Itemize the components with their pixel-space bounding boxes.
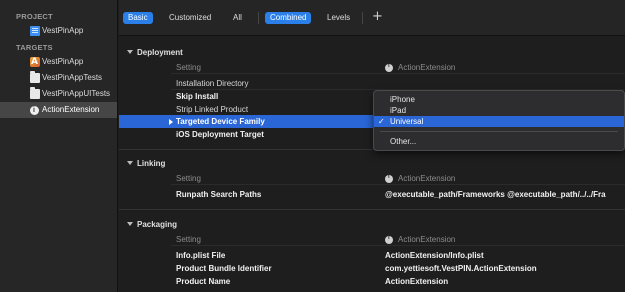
navigator-sidebar: PROJECT VestPinApp TARGETS VestPinApp Ve… <box>0 0 118 292</box>
extension-icon <box>385 232 393 245</box>
sidebar-item-label: VestPinAppUITests <box>42 89 111 98</box>
setting-name: Product Bundle Identifier <box>176 264 272 273</box>
project-header: PROJECT <box>16 12 53 21</box>
sidebar-item-project[interactable]: VestPinApp <box>0 23 117 39</box>
menu-separator <box>380 131 618 132</box>
section-divider <box>119 209 625 210</box>
section-title: Deployment <box>137 48 183 57</box>
sidebar-item-target-uitests[interactable]: VestPinAppUITests <box>0 86 117 102</box>
disclosure-triangle-icon[interactable] <box>127 161 133 165</box>
setting-value[interactable]: ActionExtension/Info.plist <box>385 249 484 262</box>
sidebar-item-label: ActionExtension <box>42 105 100 114</box>
setting-name: Info.plist File <box>176 251 226 260</box>
setting-name: Skip Install <box>176 92 219 101</box>
sidebar-item-label: VestPinApp <box>42 57 84 66</box>
extension-icon <box>30 103 39 119</box>
column-header-row: Setting ActionExtension <box>119 171 625 185</box>
section-title: Linking <box>137 159 166 168</box>
toolbar-divider <box>362 12 363 24</box>
sidebar-item-label: VestPinApp <box>42 26 84 35</box>
sidebar-item-target-extension[interactable]: ActionExtension <box>0 102 117 119</box>
filter-customized-button[interactable]: Customized <box>164 12 216 24</box>
menu-item-iphone[interactable]: iPhone <box>374 94 624 105</box>
setting-row-bundle-identifier[interactable]: Product Bundle Identifier com.yettiesoft… <box>119 262 625 275</box>
section-title: Packaging <box>137 220 178 229</box>
section-packaging[interactable]: Packaging <box>127 220 177 229</box>
sidebar-item-target-tests[interactable]: VestPinAppTests <box>0 70 117 86</box>
sidebar-item-label: VestPinAppTests <box>42 73 103 82</box>
section-deployment[interactable]: Deployment <box>127 48 183 57</box>
view-levels-button[interactable]: Levels <box>322 12 355 24</box>
menu-item-other[interactable]: Other... <box>374 136 624 147</box>
folder-icon <box>30 71 40 83</box>
setting-row-info-plist[interactable]: Info.plist File ActionExtension/Info.pli… <box>119 249 625 262</box>
setting-row-product-name[interactable]: Product Name ActionExtension <box>119 275 625 288</box>
disclosure-triangle-icon[interactable] <box>127 50 133 54</box>
filter-all-button[interactable]: All <box>228 12 247 24</box>
sidebar-item-target-app[interactable]: VestPinApp <box>0 54 117 70</box>
device-family-popup-menu: iPhone iPad ✓ Universal Other... <box>373 90 625 151</box>
extension-icon <box>385 60 393 73</box>
project-file-icon <box>30 26 40 36</box>
toolbar-divider <box>258 12 259 24</box>
menu-item-label: Universal <box>390 117 424 126</box>
disclosure-arrow-icon[interactable] <box>169 119 173 125</box>
setting-row-runpath-search-paths[interactable]: Runpath Search Paths @executable_path/Fr… <box>119 188 625 201</box>
setting-value[interactable]: com.yettiesoft.VestPIN.ActionExtension <box>385 262 537 275</box>
menu-item-ipad[interactable]: iPad <box>374 105 624 116</box>
targets-header: TARGETS <box>16 43 53 52</box>
column-header-row: Setting ActionExtension <box>119 232 625 246</box>
section-linking[interactable]: Linking <box>127 159 165 168</box>
app-target-icon <box>30 54 40 70</box>
view-combined-button[interactable]: Combined <box>265 12 312 24</box>
filter-basic-button[interactable]: Basic <box>123 12 153 24</box>
setting-value[interactable]: @executable_path/Frameworks @executable_… <box>385 188 606 201</box>
checkmark-icon: ✓ <box>378 117 385 126</box>
build-settings-toolbar: Basic Customized All Combined Levels + <box>119 0 625 36</box>
setting-name: Targeted Device Family <box>176 117 265 126</box>
add-setting-icon[interactable]: + <box>372 9 383 24</box>
disclosure-triangle-icon[interactable] <box>127 222 133 226</box>
setting-name: iOS Deployment Target <box>176 130 264 139</box>
extension-icon <box>385 171 393 184</box>
menu-item-universal[interactable]: ✓ Universal <box>374 116 624 127</box>
setting-name: Product Name <box>176 277 231 286</box>
build-settings-editor: Deployment Setting ActionExtension Insta… <box>119 37 625 292</box>
folder-icon <box>30 87 40 99</box>
setting-name: Runpath Search Paths <box>176 190 262 199</box>
setting-row-installation-directory[interactable]: Installation Directory <box>119 77 625 90</box>
setting-value[interactable]: ActionExtension <box>385 275 448 288</box>
column-header-row: Setting ActionExtension <box>119 60 625 74</box>
